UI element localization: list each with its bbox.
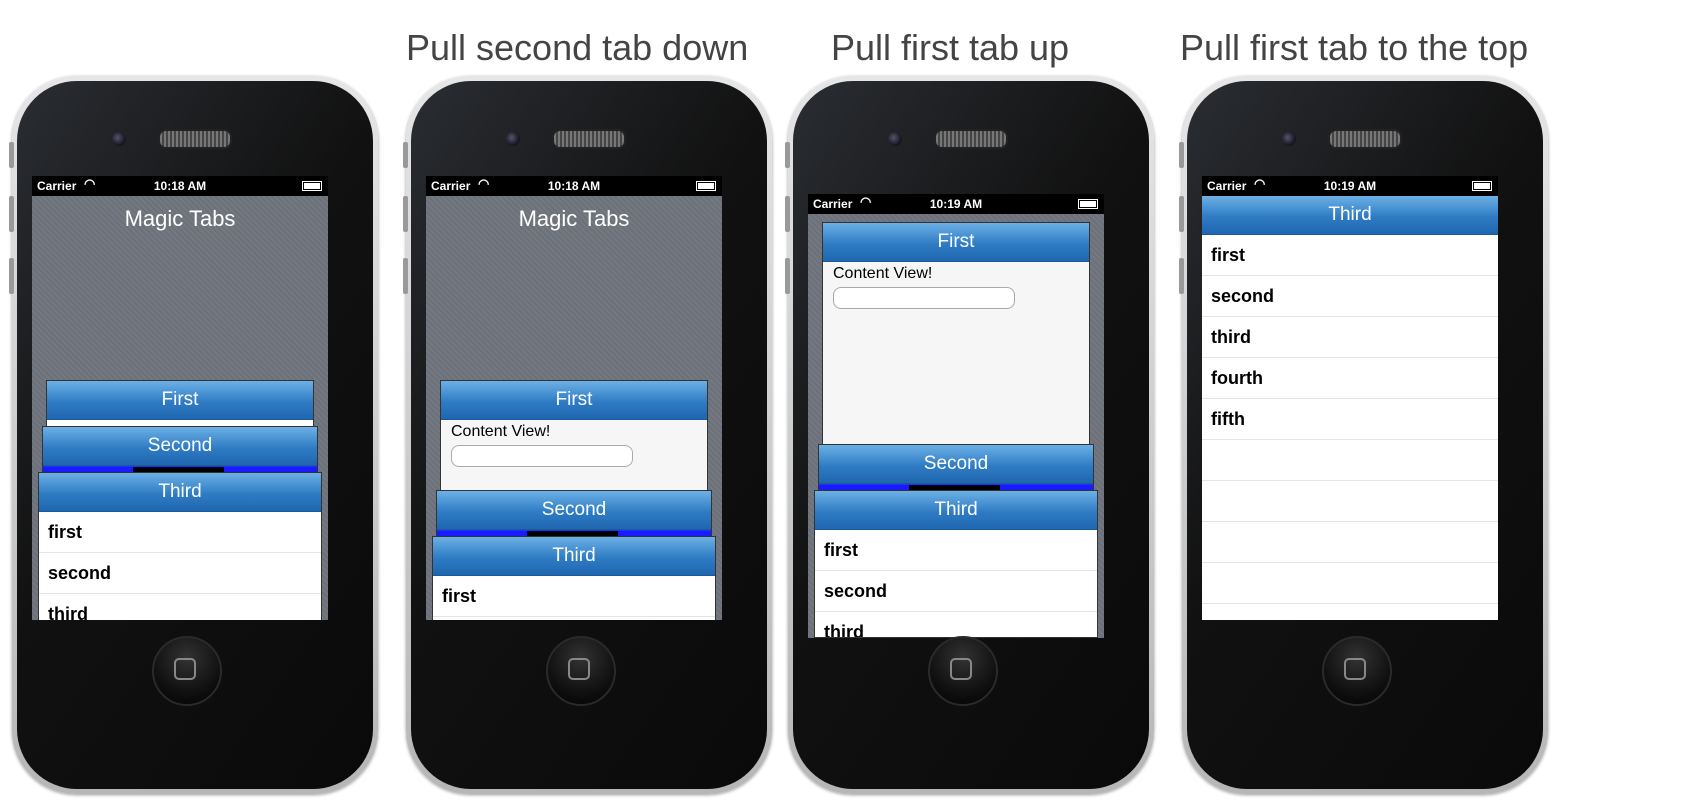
tab-second[interactable]: Second xyxy=(436,490,712,540)
tab-third-header[interactable]: Third xyxy=(1202,196,1498,235)
status-time: 10:19 AM xyxy=(1323,179,1377,193)
mute-switch xyxy=(1179,142,1184,168)
volume-down-button xyxy=(9,258,14,294)
tab-second[interactable]: Second xyxy=(818,444,1094,494)
battery-icon xyxy=(696,181,716,191)
tab-third[interactable]: Third first second third xyxy=(38,472,322,620)
list-item[interactable]: second xyxy=(815,571,1097,612)
caption-pull-second-tab-down: Pull second tab down xyxy=(406,27,749,68)
volume-down-button xyxy=(785,258,790,294)
app-title: Magic Tabs xyxy=(124,206,236,231)
screen: Carrier ◠ 10:19 AM Third first second th… xyxy=(1202,176,1498,620)
volume-up-button xyxy=(9,196,14,232)
screen: Carrier ◠ 10:18 AM Magic Tabs First Cont… xyxy=(426,176,722,620)
content-text-field[interactable] xyxy=(451,445,633,467)
mute-switch xyxy=(785,142,790,168)
speaker-grille xyxy=(552,129,626,149)
empty-row xyxy=(1202,481,1498,522)
home-button-icon xyxy=(174,658,196,680)
content-view-label: Content View! xyxy=(833,265,933,282)
empty-row xyxy=(1202,563,1498,604)
volume-down-button xyxy=(403,258,408,294)
screen: Carrier ◠ 10:19 AM First Content View! S… xyxy=(808,194,1104,638)
home-button-icon xyxy=(1344,658,1366,680)
content-text-field[interactable] xyxy=(833,287,1015,309)
tab-first-header[interactable]: First xyxy=(441,381,707,420)
tab-third[interactable]: Third first second third xyxy=(814,490,1098,638)
tab-second-header[interactable]: Second xyxy=(819,445,1093,484)
list-item[interactable]: first xyxy=(1202,235,1498,276)
phone-3: Carrier ◠ 10:19 AM First Content View! S… xyxy=(785,76,1154,794)
tab-second-header[interactable]: Second xyxy=(43,427,317,466)
list-item[interactable]: second xyxy=(39,553,321,594)
volume-up-button xyxy=(1179,196,1184,232)
content-view-label: Content View! xyxy=(451,423,551,440)
status-bar: Carrier ◠ 10:18 AM xyxy=(32,176,328,196)
home-button-icon xyxy=(568,658,590,680)
status-bar: Carrier ◠ 10:18 AM xyxy=(426,176,722,196)
volume-down-button xyxy=(1179,258,1184,294)
screen: Carrier ◠ 10:18 AM Magic Tabs First Seco… xyxy=(32,176,328,620)
speaker-grille xyxy=(934,129,1008,149)
status-time: 10:18 AM xyxy=(153,179,207,193)
front-camera-icon xyxy=(506,132,520,146)
list-item[interactable]: fourth xyxy=(1202,358,1498,399)
battery-icon xyxy=(1472,181,1492,191)
volume-up-button xyxy=(403,196,408,232)
list-item[interactable]: fifth xyxy=(1202,399,1498,440)
tab-second-header[interactable]: Second xyxy=(437,491,711,530)
volume-up-button xyxy=(785,196,790,232)
list-item[interactable]: third xyxy=(815,612,1097,637)
front-camera-icon xyxy=(888,132,902,146)
tab-third-header[interactable]: Third xyxy=(815,491,1097,530)
battery-icon xyxy=(302,181,322,191)
mute-switch xyxy=(403,142,408,168)
tab-first[interactable]: First Content View! xyxy=(440,380,708,500)
list-item[interactable]: first xyxy=(39,512,321,553)
tab-first[interactable]: First Content View! xyxy=(822,222,1090,454)
list-item[interactable]: first xyxy=(433,576,715,617)
phone-2: Carrier ◠ 10:18 AM Magic Tabs First Cont… xyxy=(403,76,772,794)
list-item[interactable]: third xyxy=(1202,317,1498,358)
caption-pull-first-tab-to-top: Pull first tab to the top xyxy=(1180,27,1529,68)
tab-third-header[interactable]: Third xyxy=(39,473,321,512)
phone-4: Carrier ◠ 10:19 AM Third first second th… xyxy=(1179,76,1548,794)
tab-first-header[interactable]: First xyxy=(47,381,313,420)
tab-third[interactable]: Third first xyxy=(432,536,716,620)
home-button-icon xyxy=(950,658,972,680)
status-bar: Carrier ◠ 10:19 AM xyxy=(808,194,1104,214)
mute-switch xyxy=(9,142,14,168)
phone-1: Carrier ◠ 10:18 AM Magic Tabs First Seco… xyxy=(9,76,378,794)
tab-third-header[interactable]: Third xyxy=(433,537,715,576)
app-title: Magic Tabs xyxy=(518,206,630,231)
empty-row xyxy=(1202,522,1498,563)
status-bar: Carrier ◠ 10:19 AM xyxy=(1202,176,1498,196)
list-item[interactable]: third xyxy=(39,594,321,620)
battery-icon xyxy=(1078,199,1098,209)
front-camera-icon xyxy=(112,132,126,146)
front-camera-icon xyxy=(1282,132,1296,146)
speaker-grille xyxy=(158,129,232,149)
tab-second[interactable]: Second xyxy=(42,426,318,476)
caption-pull-first-tab-up: Pull first tab up xyxy=(830,27,1070,68)
list-item[interactable]: first xyxy=(815,530,1097,571)
empty-row xyxy=(1202,440,1498,481)
status-time: 10:18 AM xyxy=(547,179,601,193)
tab-first-header[interactable]: First xyxy=(823,223,1089,262)
speaker-grille xyxy=(1328,129,1402,149)
list-item[interactable]: second xyxy=(1202,276,1498,317)
tab-third[interactable]: Third first second third fourth fifth xyxy=(1202,196,1498,620)
status-time: 10:19 AM xyxy=(929,197,983,211)
